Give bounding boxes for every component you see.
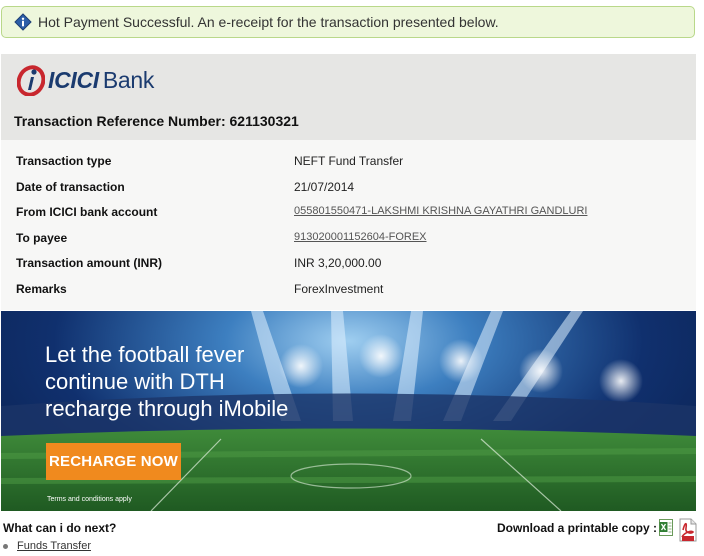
alert-message: Hot Payment Successful. An e-receipt for… xyxy=(38,14,499,30)
next-steps-title: What can i do next? xyxy=(3,521,117,535)
detail-row-amount: Transaction amount (INR) INR 3,20,000.00 xyxy=(1,256,696,282)
pdf-icon[interactable] xyxy=(679,518,697,542)
download-label: Download a printable copy : xyxy=(497,521,658,535)
info-icon xyxy=(14,13,32,31)
detail-label: Remarks xyxy=(16,281,67,296)
transaction-reference: Transaction Reference Number: 621130321 xyxy=(14,113,299,129)
detail-row-date: Date of transaction 21/07/2014 xyxy=(1,180,696,206)
detail-label: From ICICI bank account xyxy=(16,205,158,219)
reference-label: Transaction Reference Number: xyxy=(14,113,226,129)
next-step-item: Funds Transfer xyxy=(3,540,91,552)
detail-row-to-payee: To payee 913020001152604-FOREX xyxy=(1,231,696,257)
excel-icon[interactable] xyxy=(659,519,673,536)
detail-label: Transaction amount (INR) xyxy=(16,256,163,270)
funds-transfer-link[interactable]: Funds Transfer xyxy=(17,540,91,552)
promo-headline: Let the football fever continue with DTH… xyxy=(45,342,289,421)
terms-text: Terms and conditions apply xyxy=(47,496,132,503)
success-alert: Hot Payment Successful. An e-receipt for… xyxy=(1,6,695,38)
receipt-header: ICICI Bank Transaction Reference Number: … xyxy=(1,54,696,140)
detail-label: Transaction type xyxy=(16,154,112,168)
detail-row-remarks: Remarks ForexInvestment xyxy=(1,282,696,308)
detail-value: INR 3,20,000.00 xyxy=(294,256,382,270)
detail-value: 21/07/2014 xyxy=(294,179,355,194)
e-receipt: ICICI Bank Transaction Reference Number: … xyxy=(1,54,696,310)
promo-banner[interactable]: Let the football fever continue with DTH… xyxy=(1,311,696,511)
detail-row-transaction-type: Transaction type NEFT Fund Transfer xyxy=(1,154,696,180)
logo-bank-text: Bank xyxy=(102,66,155,93)
recharge-now-button[interactable]: RECHARGE NOW xyxy=(46,443,181,480)
detail-label: Date of transaction xyxy=(16,179,125,194)
logo-text: ICICI xyxy=(48,66,99,93)
from-account-link[interactable]: 055801550471-LAKSHMI KRISHNA GAYATHRI GA… xyxy=(294,205,587,217)
icici-logo: ICICI Bank xyxy=(17,64,154,96)
bullet-icon xyxy=(3,543,8,549)
transaction-details: Transaction type NEFT Fund Transfer Date… xyxy=(1,140,696,310)
payee-link[interactable]: 913020001152604-FOREX xyxy=(294,231,427,243)
reference-number: 621130321 xyxy=(229,113,299,129)
icici-logo-icon xyxy=(17,65,45,96)
detail-value: NEFT Fund Transfer xyxy=(294,154,404,168)
detail-label: To payee xyxy=(16,230,68,245)
detail-value: ForexInvestment xyxy=(294,281,384,296)
detail-row-from-account: From ICICI bank account 055801550471-LAK… xyxy=(1,205,696,231)
